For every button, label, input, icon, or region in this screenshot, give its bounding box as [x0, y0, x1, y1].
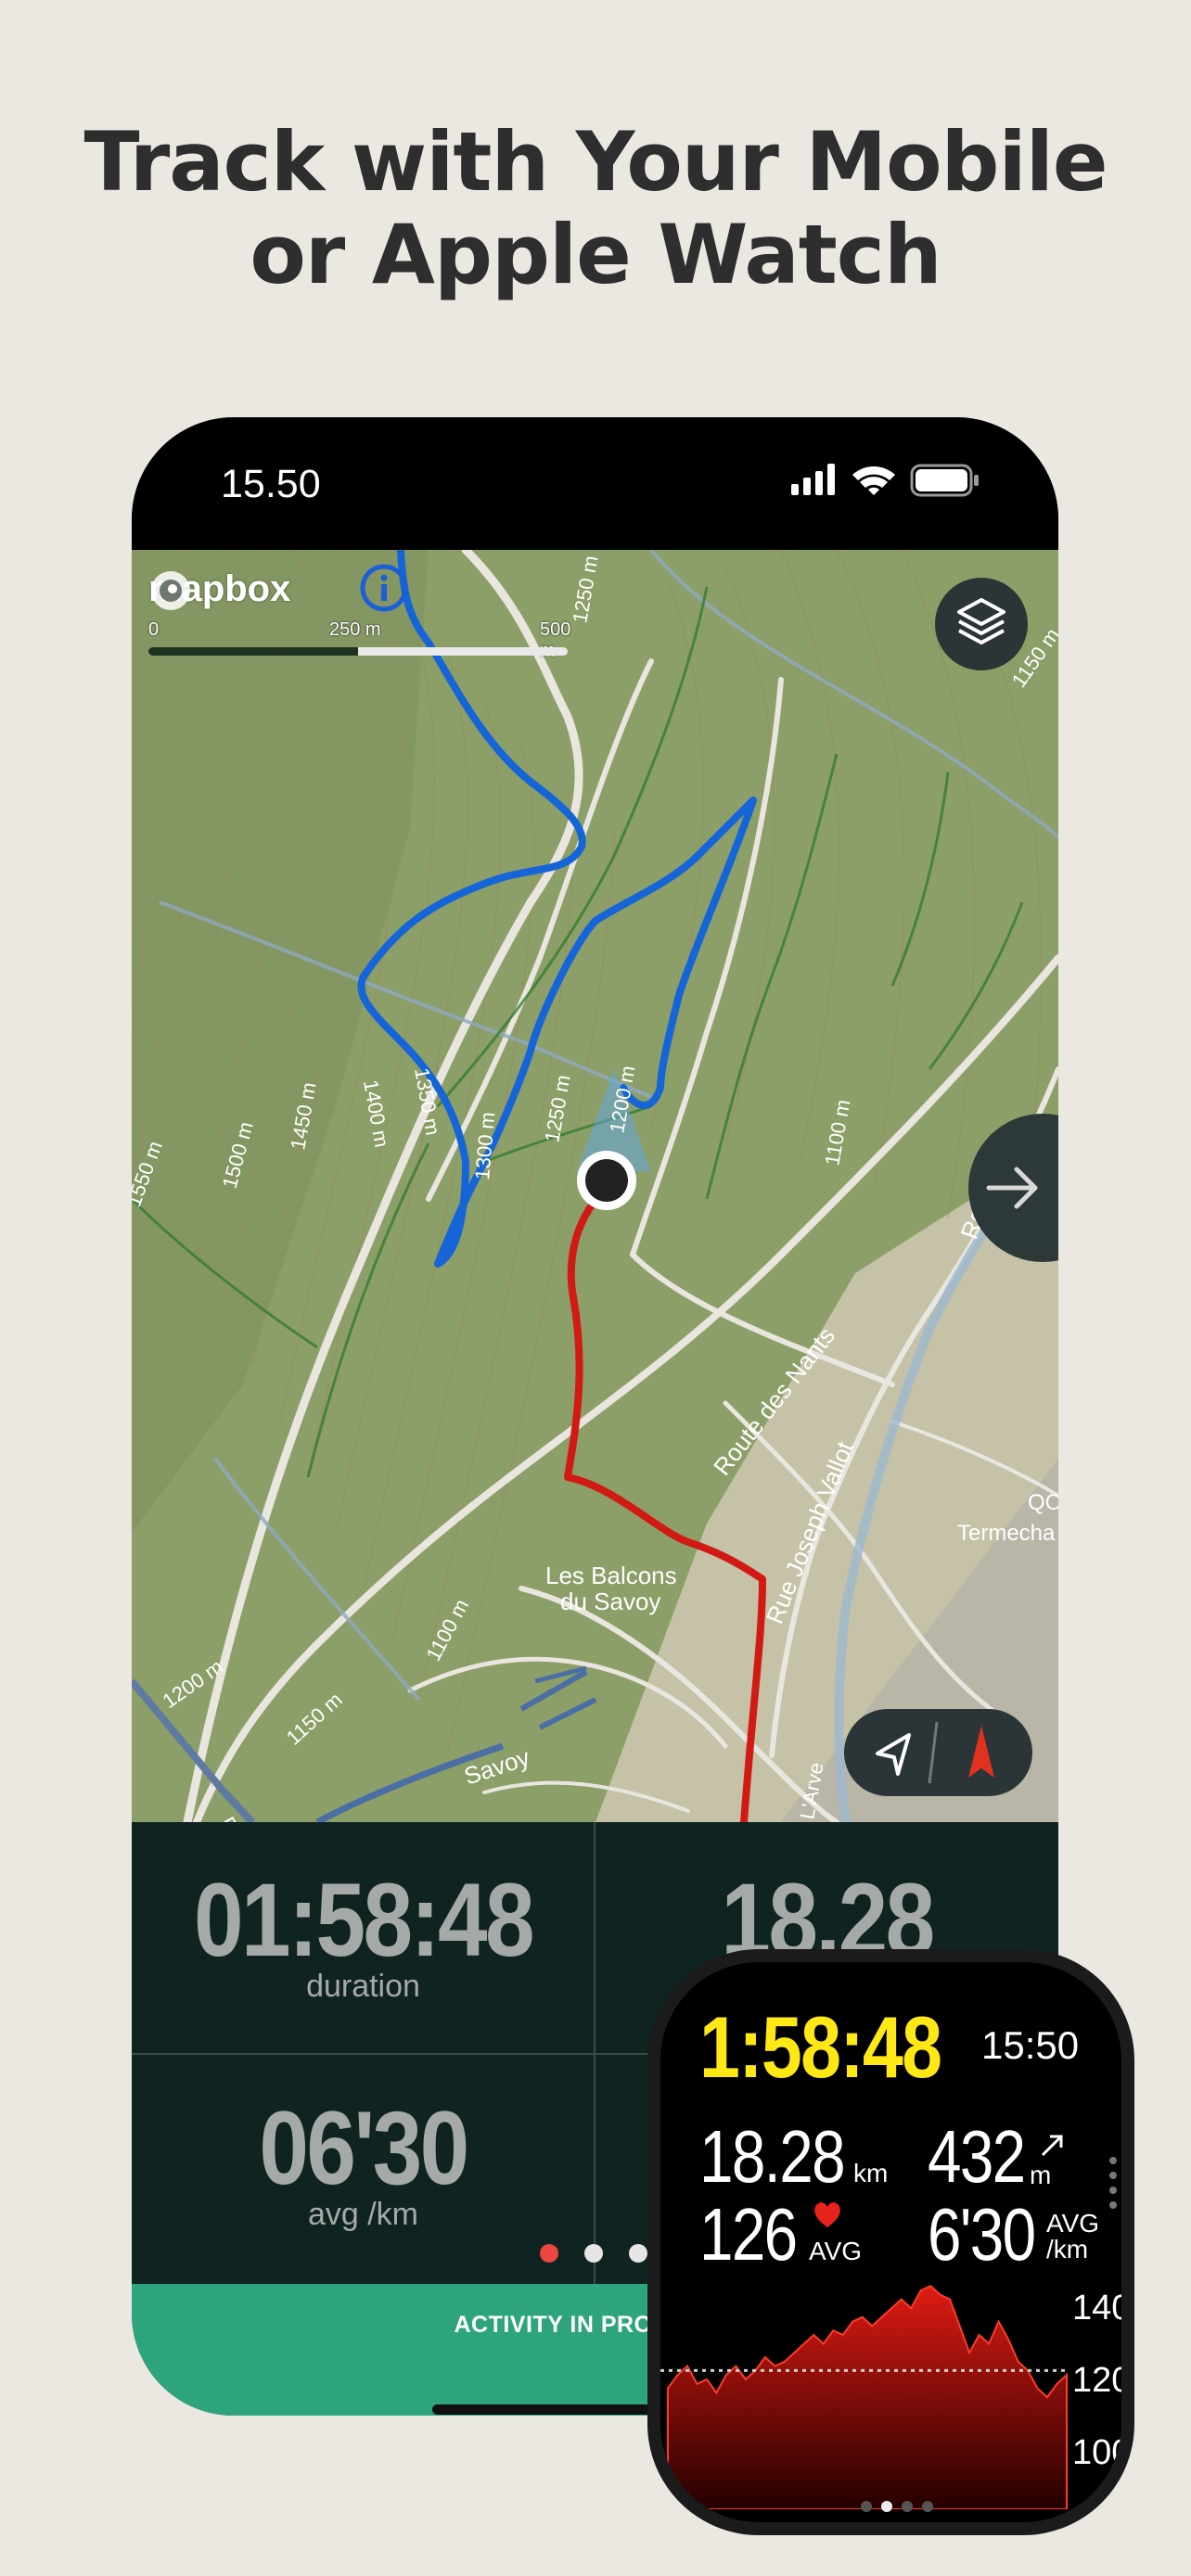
- cellular-signal-icon: [791, 464, 835, 495]
- watch-axis-120: 120: [1072, 2361, 1121, 2400]
- heart-rate-area: [667, 2285, 1068, 2509]
- watch-distance-unit: km: [853, 2159, 889, 2187]
- watch-heart-rate-unit: AVG: [809, 2237, 863, 2265]
- wifi-icon: [852, 466, 895, 495]
- stat-pace-value: 06'30: [259, 2090, 469, 2206]
- watch-axis-100: 100: [1072, 2433, 1121, 2472]
- watch-distance-value: 18.28: [699, 2115, 846, 2198]
- heart-icon: [814, 2202, 840, 2227]
- scale-label-end: 500 m: [540, 619, 571, 661]
- stat-duration-value: 01:58:48: [194, 1862, 535, 1978]
- map-scale-bar: 0 250 m 500 m: [148, 619, 575, 661]
- map-canvas: Route des Nants Rue Joseph Vallot Les Ba…: [132, 550, 1058, 1822]
- stat-duration: 01:58:48 duration: [132, 1868, 595, 2005]
- map-navigation-controls: [844, 1709, 1032, 1796]
- status-icons: [791, 460, 986, 505]
- map-label-du-savoy: du Savoy: [560, 1588, 660, 1615]
- watch-duration: 1:58:48: [699, 1998, 942, 2096]
- heart-rate-chart: [660, 2285, 1068, 2509]
- watch-clock: 15:50: [981, 2023, 1080, 2067]
- watch-screen: 1:58:48 15:50 18.28 km 432 m 126 AVG 6'3…: [660, 1962, 1121, 2522]
- page-dot[interactable]: [629, 2244, 647, 2263]
- page-dot[interactable]: [540, 2244, 558, 2263]
- map-label-les-balcons: Les Balcons: [545, 1562, 677, 1589]
- scale-bar-track: [148, 647, 568, 656]
- layers-icon: [957, 598, 1005, 644]
- watch-pace-unit-bottom: /km: [1046, 2235, 1089, 2264]
- next-panel-button[interactable]: [968, 1114, 1058, 1262]
- headline-line-2: or Apple Watch: [250, 207, 941, 302]
- page-dot[interactable]: [584, 2244, 603, 2263]
- battery-icon: [910, 464, 979, 497]
- map-layers-button[interactable]: [935, 578, 1028, 670]
- watch-page-dot: [902, 2501, 913, 2512]
- headline-line-1: Track with Your Mobile: [83, 114, 1108, 210]
- scale-label-mid: 250 m: [329, 619, 381, 640]
- watch-heart-rate-value: 126: [699, 2193, 798, 2276]
- locate-me-icon[interactable]: [876, 1733, 911, 1776]
- status-time: 15.50: [221, 462, 321, 506]
- map-view[interactable]: Route des Nants Rue Joseph Vallot Les Ba…: [132, 550, 1058, 1822]
- mapbox-attribution[interactable]: mapbox: [148, 568, 290, 610]
- headline: Track with Your Mobile or Apple Watch: [0, 116, 1191, 301]
- ascent-arrow-icon: [1041, 2135, 1063, 2157]
- mapbox-logo-icon: [151, 571, 190, 610]
- compass-icon[interactable]: [968, 1726, 994, 1778]
- map-label-qc: QC: [1028, 1490, 1058, 1515]
- apple-watch: 1:58:48 15:50 18.28 km 432 m 126 AVG 6'3…: [647, 1949, 1134, 2535]
- status-bar: 15.50: [132, 417, 1058, 550]
- watch-elevation-value: 432: [928, 2115, 1026, 2198]
- scale-label-zero: 0: [148, 619, 160, 640]
- watch-page-dot: [881, 2501, 892, 2512]
- watch-page-dot: [861, 2501, 872, 2512]
- watch-scroll-indicator: [1109, 2157, 1117, 2216]
- watch-page-indicator: [861, 2500, 942, 2517]
- stat-pace: 06'30 avg /km: [132, 2097, 595, 2233]
- watch-elevation-unit: m: [1030, 2161, 1052, 2189]
- map-label-termecha: Termecha: [957, 1521, 1056, 1546]
- watch-page-dot: [922, 2501, 933, 2512]
- watch-pace-value: 6'30: [928, 2193, 1036, 2276]
- arrow-right-icon: [986, 1167, 1038, 1209]
- watch-axis-140: 140: [1072, 2289, 1121, 2327]
